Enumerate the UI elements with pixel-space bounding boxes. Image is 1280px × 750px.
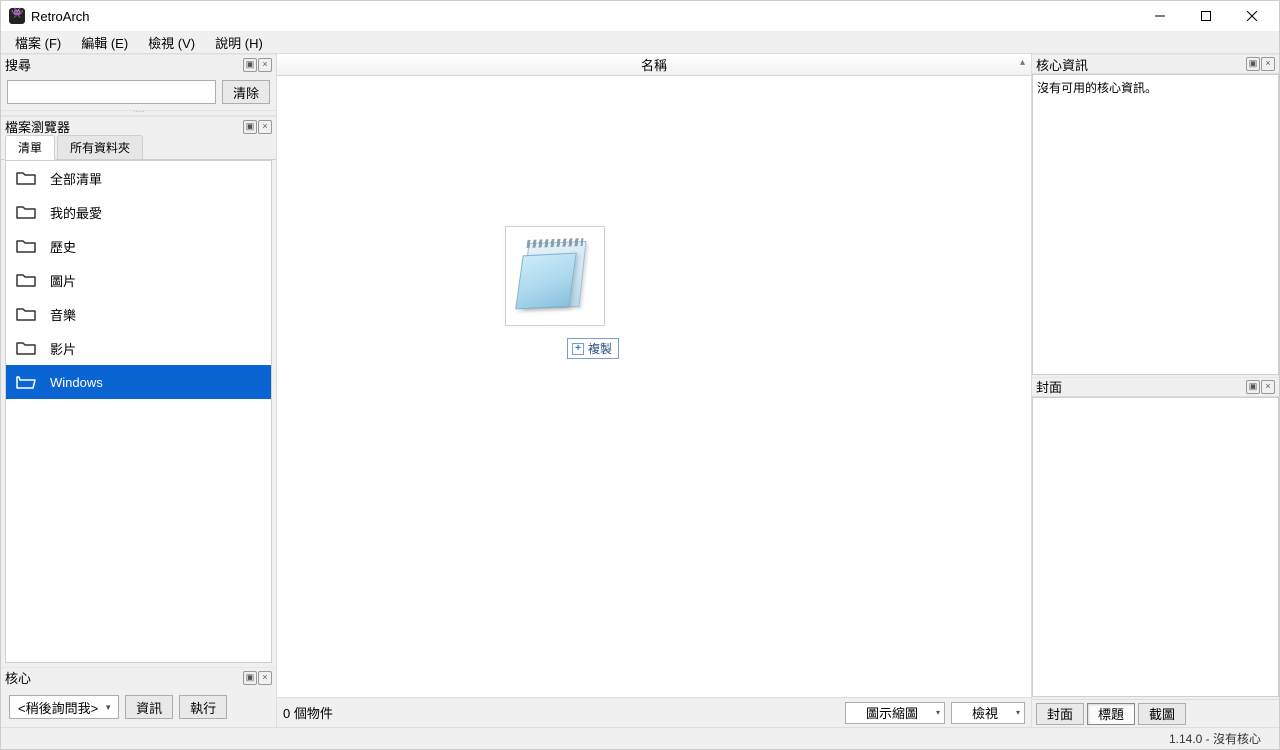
close-button[interactable] — [1229, 1, 1275, 31]
content-canvas[interactable]: + 複製 0 個物件 圖示縮圖 ▾ 檢視 ▾ — [277, 76, 1031, 727]
center-status-bar: 0 個物件 圖示縮圖 ▾ 檢視 ▾ — [277, 697, 1031, 727]
item-count: 0 個物件 — [283, 703, 333, 722]
tab-list[interactable]: 清單 — [5, 135, 55, 160]
menu-help[interactable]: 說明 (H) — [207, 31, 271, 54]
global-status-bar: 1.14.0 - 沒有核心 — [1, 727, 1279, 749]
cover-content — [1032, 397, 1279, 698]
tab-all-folders[interactable]: 所有資料夾 — [57, 135, 143, 159]
core-run-button[interactable]: 執行 — [179, 695, 227, 719]
list-item[interactable]: 全部清單 — [6, 161, 271, 195]
list-item-label: 我的最愛 — [50, 203, 102, 222]
close-panel-icon[interactable]: × — [1261, 380, 1275, 394]
detach-icon[interactable]: ▣ — [1246, 380, 1260, 394]
app-icon — [9, 8, 25, 24]
search-row: 清除 — [1, 74, 276, 110]
core-info-content: 沒有可用的核心資訊。 — [1032, 74, 1279, 375]
list-item-label: 圖片 — [50, 271, 76, 290]
plus-icon: + — [572, 343, 584, 355]
core-select[interactable]: <稍後詢問我> ▼ — [9, 695, 119, 719]
clear-search-button[interactable]: 清除 — [222, 80, 270, 104]
column-header-name[interactable]: 名稱 ▴ — [277, 54, 1031, 76]
list-item-label: 全部清單 — [50, 169, 102, 188]
detach-icon[interactable]: ▣ — [243, 120, 257, 134]
list-item-label: 音樂 — [50, 305, 76, 324]
view-mode-select[interactable]: 檢視 ▾ — [951, 702, 1025, 724]
folder-icon — [16, 272, 36, 288]
folder-icon — [16, 204, 36, 220]
chevron-down-icon: ▼ — [104, 703, 112, 712]
folder-icon — [16, 170, 36, 186]
browser-tabs: 清單 所有資料夾 — [1, 136, 276, 160]
thumbnail-mode-select[interactable]: 圖示縮圖 ▾ — [845, 702, 945, 724]
sort-ascending-icon: ▴ — [1020, 57, 1025, 68]
tab-screenshot-button[interactable]: 截圖 — [1138, 703, 1186, 725]
core-row: <稍後詢問我> ▼ 資訊 執行 — [1, 687, 276, 727]
menu-view[interactable]: 檢視 (V) — [140, 31, 203, 54]
browser-panel-header: 檔案瀏覽器 ▣ × — [1, 116, 276, 136]
folder-icon — [16, 306, 36, 322]
dragged-item-thumbnail — [505, 226, 605, 326]
core-info-panel-title: 核心資訊 — [1036, 55, 1245, 74]
minimize-button[interactable] — [1137, 1, 1183, 31]
chevron-down-icon: ▾ — [936, 708, 940, 717]
list-item[interactable]: Windows — [6, 365, 271, 399]
folder-icon — [16, 340, 36, 356]
folder-open-icon — [16, 374, 36, 390]
tab-title-button[interactable]: 標題 — [1087, 703, 1135, 725]
list-item[interactable]: 影片 — [6, 331, 271, 365]
tab-cover-button[interactable]: 封面 — [1036, 703, 1084, 725]
detach-icon[interactable]: ▣ — [243, 58, 257, 72]
notepad-icon — [515, 236, 595, 316]
core-info-panel-header: 核心資訊 ▣ × — [1032, 54, 1279, 74]
splitter[interactable] — [1, 110, 276, 116]
search-input[interactable] — [7, 80, 216, 104]
detach-icon[interactable]: ▣ — [1246, 57, 1260, 71]
title-bar: RetroArch — [1, 1, 1279, 31]
search-panel-header: 搜尋 ▣ × — [1, 54, 276, 74]
main-row: 搜尋 ▣ × 清除 檔案瀏覽器 ▣ × 清單 所有資 — [1, 53, 1279, 727]
core-panel-title: 核心 — [5, 668, 242, 687]
close-panel-icon[interactable]: × — [258, 120, 272, 134]
center-column: 名稱 ▴ + 複製 0 個物件 — [277, 54, 1031, 727]
right-column: 核心資訊 ▣ × 沒有可用的核心資訊。 封面 ▣ × 封面 標題 截圖 — [1031, 54, 1279, 727]
view-mode-value: 檢視 — [972, 703, 998, 722]
folder-icon — [16, 238, 36, 254]
chevron-down-icon: ▾ — [1016, 708, 1020, 717]
cover-panel-header: 封面 ▣ × — [1032, 377, 1279, 397]
file-list: 全部清單 我的最愛 歷史 圖片 音樂 — [5, 160, 272, 663]
column-header-label: 名稱 — [641, 55, 667, 74]
cover-panel-title: 封面 — [1036, 377, 1245, 396]
menu-edit[interactable]: 編輯 (E) — [73, 31, 136, 54]
search-panel-title: 搜尋 — [5, 55, 242, 74]
core-select-value: <稍後詢問我> — [18, 698, 98, 717]
menu-file[interactable]: 檔案 (F) — [7, 31, 69, 54]
menu-bar: 檔案 (F) 編輯 (E) 檢視 (V) 說明 (H) — [1, 31, 1279, 53]
core-panel-header: 核心 ▣ × — [1, 667, 276, 687]
window-buttons — [1137, 1, 1275, 31]
version-core-status: 1.14.0 - 沒有核心 — [1169, 730, 1261, 747]
list-item-label: Windows — [50, 375, 103, 390]
core-info-text: 沒有可用的核心資訊。 — [1037, 81, 1157, 95]
thumbnail-mode-value: 圖示縮圖 — [866, 703, 918, 722]
list-item[interactable]: 圖片 — [6, 263, 271, 297]
cover-tabs: 封面 標題 截圖 — [1032, 699, 1279, 727]
detach-icon[interactable]: ▣ — [243, 671, 257, 685]
core-info-button[interactable]: 資訊 — [125, 695, 173, 719]
list-item[interactable]: 歷史 — [6, 229, 271, 263]
maximize-button[interactable] — [1183, 1, 1229, 31]
close-panel-icon[interactable]: × — [1261, 57, 1275, 71]
list-item[interactable]: 我的最愛 — [6, 195, 271, 229]
list-item[interactable]: 音樂 — [6, 297, 271, 331]
main-window: RetroArch 檔案 (F) 編輯 (E) 檢視 (V) 說明 (H) 搜尋… — [0, 0, 1280, 750]
left-column: 搜尋 ▣ × 清除 檔案瀏覽器 ▣ × 清單 所有資 — [1, 54, 277, 727]
close-panel-icon[interactable]: × — [258, 671, 272, 685]
drop-hint-label: 複製 — [588, 340, 612, 357]
close-panel-icon[interactable]: × — [258, 58, 272, 72]
drop-hint: + 複製 — [567, 338, 619, 359]
browser-panel-title: 檔案瀏覽器 — [5, 117, 242, 136]
list-item-label: 影片 — [50, 339, 76, 358]
list-item-label: 歷史 — [50, 237, 76, 256]
app-title: RetroArch — [31, 9, 90, 24]
